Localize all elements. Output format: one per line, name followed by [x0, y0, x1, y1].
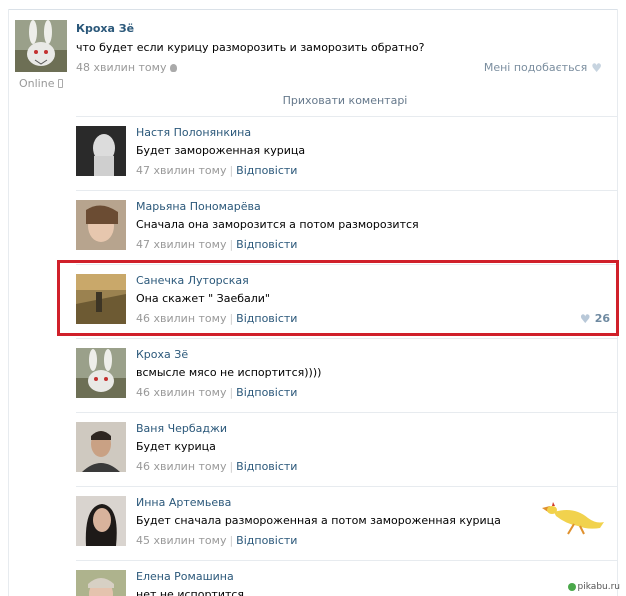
comment-time[interactable]: 46 хвилин тому — [136, 460, 226, 473]
comment-time[interactable]: 45 хвилин тому — [136, 534, 226, 547]
meta-separator: | — [229, 534, 234, 547]
comment-item: Елена Ромашина нет не испортится — [76, 570, 614, 596]
comment-meta: 45 хвилин тому | Відповісти — [136, 534, 297, 547]
comment-meta: 46 хвилин тому | Відповісти — [136, 460, 297, 473]
meta-separator: | — [229, 386, 234, 399]
apple-icon — [170, 63, 178, 72]
watermark-text: pikabu.ru — [577, 582, 620, 592]
post-author-avatar[interactable] — [15, 20, 67, 72]
comment-time[interactable]: 47 хвилин тому — [136, 238, 226, 251]
comment-divider — [76, 190, 618, 191]
reply-link[interactable]: Відповісти — [236, 238, 297, 251]
comment-avatar[interactable] — [76, 570, 126, 596]
comment-text: Сначала она заморозится а потом размороз… — [136, 218, 419, 231]
comment-time[interactable]: 46 хвилин тому — [136, 386, 226, 399]
reply-link[interactable]: Відповісти — [236, 164, 297, 177]
comment-meta: 46 хвилин тому | Відповісти — [136, 386, 297, 399]
comment-divider — [76, 560, 618, 561]
comment-avatar[interactable] — [76, 200, 126, 250]
comment-item: Настя Полонянкина Будет замороженная кур… — [76, 126, 614, 190]
comment-item: Ваня Чербаджи Будет курица 46 хвилин том… — [76, 422, 614, 486]
meta-separator: | — [229, 460, 234, 473]
comment-meta: 47 хвилин тому | Відповісти — [136, 164, 297, 177]
online-label: Online — [19, 77, 55, 90]
like-label[interactable]: Мені подобається — [484, 61, 587, 74]
mobile-phone-icon — [58, 79, 64, 88]
like-button[interactable]: Мені подобається ♥ — [484, 61, 602, 74]
comment-item: Инна Артемьева Будет сначала размороженн… — [76, 496, 614, 560]
reply-link[interactable]: Відповісти — [236, 386, 297, 399]
comment-avatar[interactable] — [76, 348, 126, 398]
meta-separator: | — [229, 164, 234, 177]
hide-comments-link[interactable]: Приховати коментарі — [200, 94, 490, 107]
comment-text: Будет курица — [136, 440, 216, 453]
post-timestamp[interactable]: 48 хвилин тому — [76, 61, 178, 74]
comment-text: Будет замороженная курица — [136, 144, 306, 157]
comment-time[interactable]: 47 хвилин тому — [136, 164, 226, 177]
comment-divider — [76, 116, 618, 117]
watermark-logo-icon — [567, 583, 576, 591]
left-border — [8, 9, 9, 596]
comment-item: Кроха Зё всмысле мясо не испортится)))) … — [76, 348, 614, 412]
comment-author-link[interactable]: Кроха Зё — [136, 348, 188, 361]
online-status: Online — [19, 77, 64, 90]
comment-avatar[interactable] — [76, 422, 126, 472]
reply-link[interactable]: Відповісти — [236, 534, 297, 547]
comment-divider — [76, 486, 618, 487]
watermark: pikabu.ru — [567, 582, 620, 592]
rubber-chicken-image — [542, 502, 604, 535]
comment-avatar[interactable] — [76, 126, 126, 176]
vk-post-frame: Online Кроха Зё что будет если курицу ра… — [0, 0, 626, 596]
comment-author-link[interactable]: Ваня Чербаджи — [136, 422, 227, 435]
post-text: что будет если курицу разморозить и замо… — [76, 41, 425, 54]
comment-author-link[interactable]: Инна Артемьева — [136, 496, 231, 509]
comment-text: Будет сначала размороженная а потом замо… — [136, 514, 501, 527]
comment-item: Марьяна Пономарёва Сначала она заморозит… — [76, 200, 614, 264]
comment-divider — [76, 338, 618, 339]
comment-author-link[interactable]: Марьяна Пономарёва — [136, 200, 261, 213]
meta-separator: | — [229, 238, 234, 251]
highlight-frame — [57, 260, 619, 336]
post-author-link[interactable]: Кроха Зё — [76, 22, 134, 35]
comment-meta: 47 хвилин тому | Відповісти — [136, 238, 297, 251]
comment-text: всмысле мясо не испортится)))) — [136, 366, 322, 379]
comment-author-link[interactable]: Елена Ромашина — [136, 570, 234, 583]
comment-divider — [76, 412, 618, 413]
comment-text: нет не испортится — [136, 588, 245, 596]
reply-link[interactable]: Відповісти — [236, 460, 297, 473]
comment-avatar[interactable] — [76, 496, 126, 546]
post-time-label[interactable]: 48 хвилин тому — [76, 61, 166, 74]
comment-author-link[interactable]: Настя Полонянкина — [136, 126, 251, 139]
heart-icon: ♥ — [591, 60, 602, 75]
top-divider — [8, 9, 618, 10]
